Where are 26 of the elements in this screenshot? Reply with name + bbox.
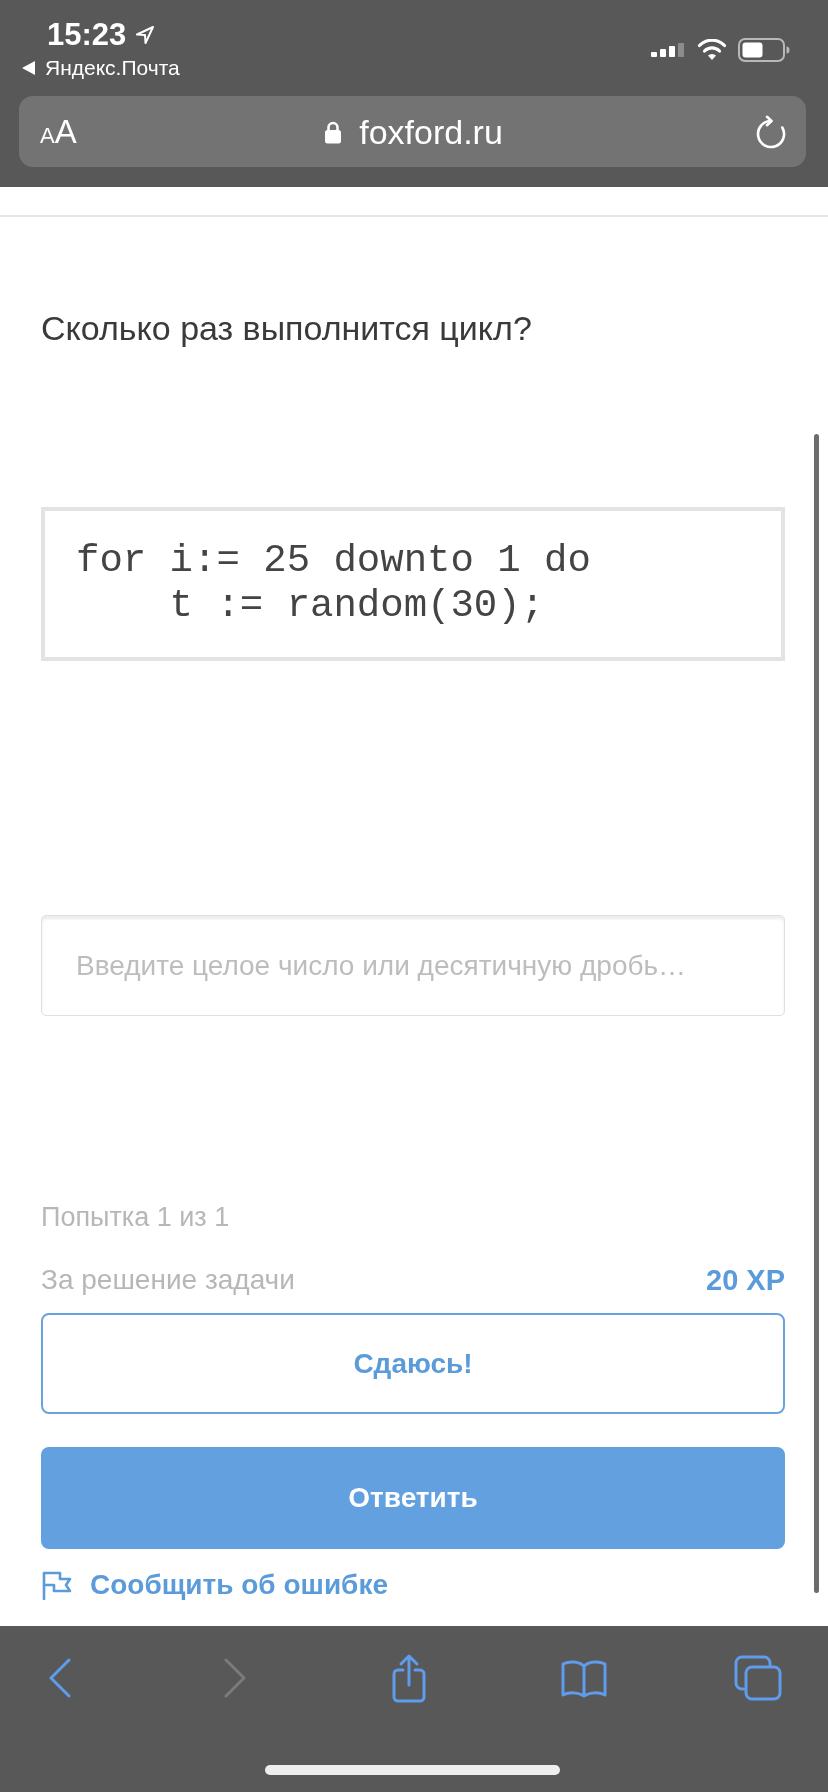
- primary-button[interactable]: Ответить: [41, 1447, 785, 1549]
- reward-label: За решение задачи: [41, 1264, 295, 1296]
- status-time: 15:23: [47, 18, 127, 52]
- tabs-icon[interactable]: [733, 1654, 783, 1702]
- book-icon[interactable]: [559, 1658, 608, 1698]
- text-size-button[interactable]: AA: [40, 115, 77, 148]
- address-bar[interactable]: AA foxford.ru: [19, 96, 806, 167]
- reload-icon[interactable]: [755, 114, 787, 149]
- signal-icon: [651, 43, 686, 57]
- chevron-left-icon[interactable]: [48, 1658, 72, 1698]
- secondary-button[interactable]: Сдаюсь!: [41, 1313, 785, 1414]
- wifi-icon: [697, 39, 727, 61]
- lock-icon: [324, 119, 343, 144]
- location-arrow-icon: [135, 25, 156, 45]
- back-triangle-icon: [22, 61, 35, 75]
- question-text: Сколько раз выполнится цикл?: [41, 308, 532, 348]
- back-to-app-link[interactable]: Яндекс.Почта: [22, 56, 180, 80]
- battery-icon: [738, 38, 790, 62]
- reward-value: 20 XP: [706, 1263, 785, 1297]
- url-text: foxford.ru: [359, 111, 503, 152]
- code-line: for i:= 25 downto 1 do: [76, 539, 591, 584]
- attempt-text: Попытка 1 из 1: [41, 1201, 230, 1234]
- code-line: t := random(30);: [168, 584, 545, 629]
- report-error-link[interactable]: Сообщить об ошибке: [41, 1568, 388, 1602]
- answer-field[interactable]: Введите целое число или десятичную дробь…: [41, 915, 785, 1016]
- flag-icon: [41, 1570, 73, 1600]
